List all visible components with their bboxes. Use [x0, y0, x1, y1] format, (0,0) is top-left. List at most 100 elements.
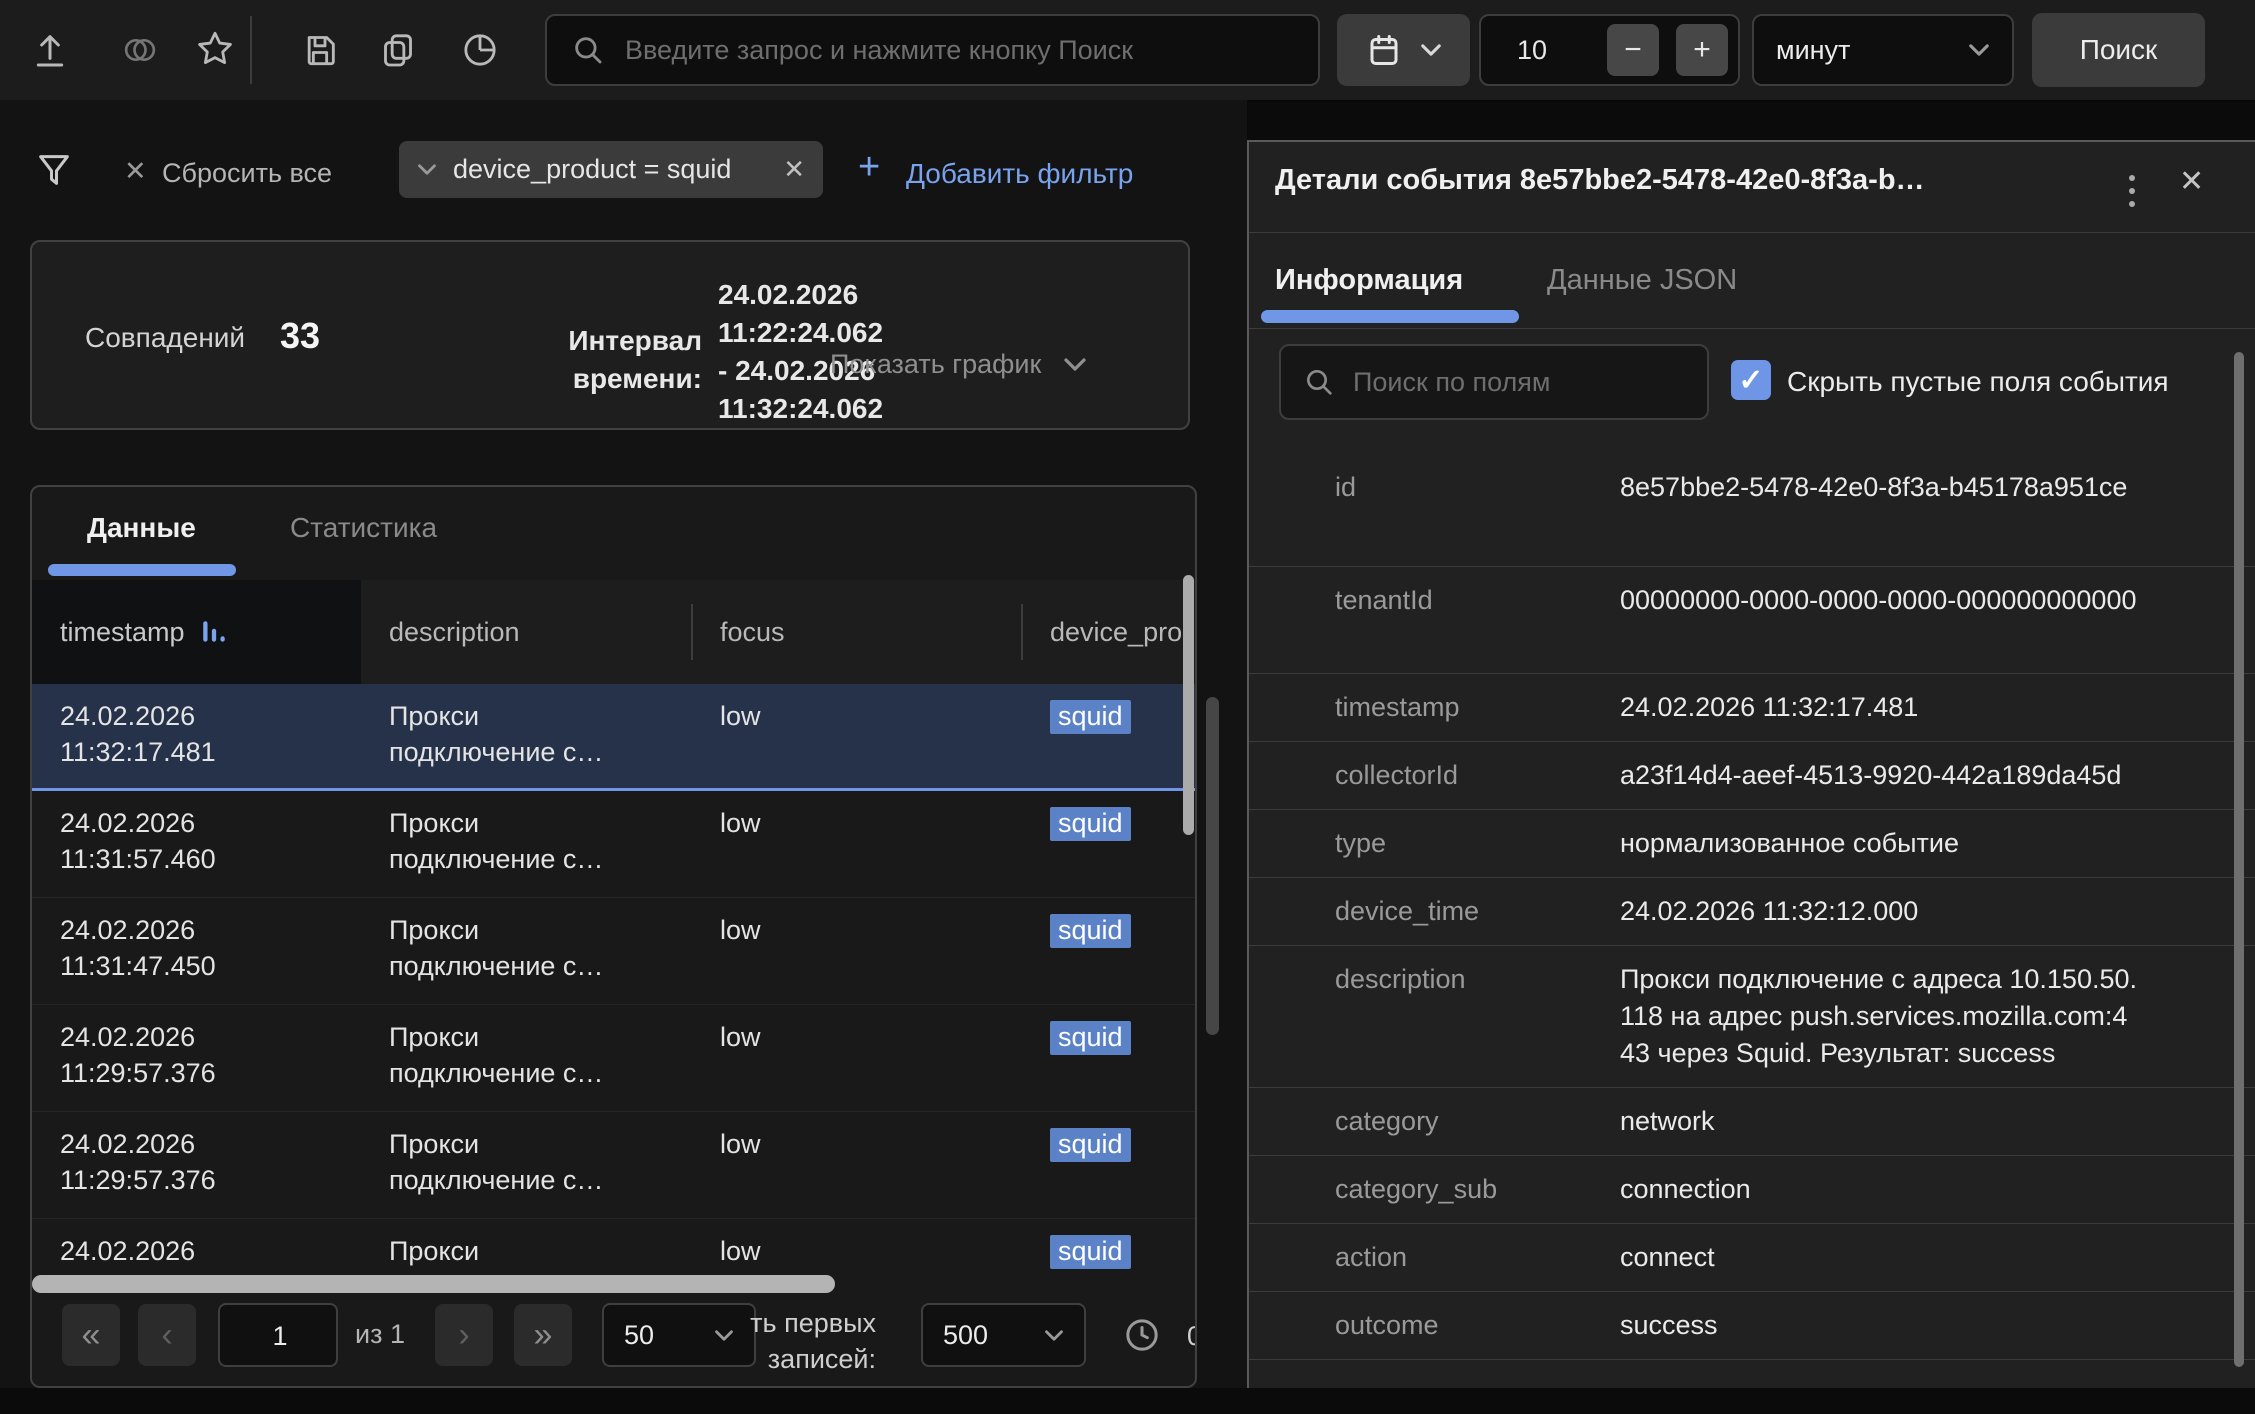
cell-focus: low	[720, 1233, 761, 1269]
panel-vertical-scrollbar[interactable]	[2234, 352, 2244, 1367]
cell-description: Прокси подключение с…	[389, 1126, 624, 1198]
field-row[interactable]: tenantId 00000000-0000-0000-0000-0000000…	[1249, 567, 2255, 674]
fetch-limit-value: 500	[943, 1320, 988, 1351]
fetch-limit-select[interactable]: 500	[921, 1303, 1086, 1367]
tab-statistics[interactable]: Статистика	[290, 512, 437, 544]
clear-x-icon[interactable]: ✕	[124, 156, 147, 187]
prev-page-button[interactable]: ‹	[138, 1304, 196, 1366]
field-row[interactable]: action connect	[1249, 1224, 2255, 1292]
field-row[interactable]: timestamp 24.02.2026 11:32:17.481	[1249, 674, 2255, 742]
horizontal-scrollbar[interactable]	[32, 1275, 835, 1293]
plus-icon[interactable]: +	[858, 146, 880, 189]
reset-all-button[interactable]: Сбросить все	[162, 158, 332, 189]
venn-circles-icon[interactable]	[120, 30, 160, 70]
search-icon	[571, 33, 605, 67]
cell-focus: low	[720, 1126, 761, 1162]
field-key: action	[1335, 1239, 1620, 1276]
increment-button[interactable]: +	[1676, 24, 1728, 76]
column-header-device-product[interactable]: device_pro	[1022, 580, 1197, 684]
page-number-input[interactable]	[220, 1305, 340, 1367]
table-row[interactable]: 24.02.2026 Прокси low squid	[32, 1219, 1197, 1274]
table-row[interactable]: 24.02.2026 11:31:47.450 Прокси подключен…	[32, 898, 1197, 1005]
cell-timestamp: 24.02.2026 11:31:57.460	[60, 805, 355, 877]
field-value: connect	[1620, 1239, 2140, 1276]
field-row[interactable]: outcome success	[1249, 1292, 2255, 1360]
cell-device-product: squid	[1050, 1233, 1131, 1269]
chevron-down-icon	[1968, 43, 1990, 57]
field-row[interactable]: description Прокси подключение с адреса …	[1249, 946, 2255, 1088]
sort-bars-icon[interactable]	[201, 618, 227, 646]
chevron-down-icon	[417, 163, 437, 176]
show-chart-label: Показать график	[830, 349, 1041, 380]
pane-vertical-scrollbar[interactable]	[1206, 697, 1219, 1035]
copy-icon[interactable]	[378, 30, 418, 70]
search-icon	[1303, 366, 1335, 398]
kebab-menu-icon[interactable]	[2129, 168, 2135, 214]
field-row[interactable]: device_time 24.02.2026 11:32:12.000	[1249, 878, 2255, 946]
field-search-box	[1279, 344, 1709, 420]
interval-label-line2: времени:	[462, 360, 702, 398]
field-key: tenantId	[1335, 582, 1620, 658]
cell-description: Прокси подключение с…	[389, 1019, 624, 1091]
field-row[interactable]: id 8e57bbe2-5478-42e0-8f3a-b45178a951ce	[1249, 454, 2255, 567]
field-value: a23f14d4-aeef-4513-9920-442a189da45d	[1620, 757, 2140, 794]
interval-time-to: 11:32:24.062	[718, 390, 883, 428]
field-row[interactable]: type нормализованное событие	[1249, 810, 2255, 878]
elapsed-time-value: 0	[1187, 1321, 1197, 1352]
top-toolbar: − + минут Поиск	[0, 0, 2255, 102]
date-range-button[interactable]	[1337, 14, 1470, 86]
table-row[interactable]: 24.02.2026 11:32:17.481 Прокси подключен…	[32, 684, 1197, 791]
field-row[interactable]: category network	[1249, 1088, 2255, 1156]
field-row[interactable]: category_sub connection	[1249, 1156, 2255, 1224]
save-icon[interactable]	[300, 30, 340, 70]
field-key: outcome	[1335, 1307, 1620, 1344]
field-key: type	[1335, 825, 1620, 862]
results-card: Данные Статистика timestamp description …	[30, 485, 1197, 1388]
tab-json-data[interactable]: Данные JSON	[1547, 264, 1737, 297]
tab-data[interactable]: Данные	[87, 512, 196, 544]
close-icon[interactable]: ✕	[2179, 164, 2204, 199]
add-filter-button[interactable]: Добавить фильтр	[906, 158, 1133, 190]
field-value: нормализованное событие	[1620, 825, 2140, 862]
upload-icon[interactable]	[30, 30, 70, 70]
field-key: device_time	[1335, 893, 1620, 930]
highlighted-value: squid	[1050, 914, 1131, 948]
tab-information[interactable]: Информация	[1275, 264, 1463, 297]
table-vertical-scrollbar[interactable]	[1183, 575, 1194, 835]
cell-description: Прокси подключение с…	[389, 912, 624, 984]
decrement-button[interactable]: −	[1607, 24, 1659, 76]
cell-focus: low	[720, 1019, 761, 1055]
last-page-button[interactable]: »	[514, 1304, 572, 1366]
time-window-input[interactable]	[1515, 34, 1599, 67]
filter-chip[interactable]: device_product = squid ✕	[399, 141, 823, 198]
field-search-input[interactable]	[1351, 366, 1685, 399]
remove-filter-icon[interactable]: ✕	[783, 154, 805, 185]
column-header-focus[interactable]: focus	[692, 580, 1022, 684]
search-button[interactable]: Поиск	[2032, 13, 2205, 87]
interval-time-from: 11:22:24.062	[718, 314, 883, 352]
hide-empty-checkbox[interactable]: ✓	[1731, 360, 1771, 400]
table-row[interactable]: 24.02.2026 11:29:57.376 Прокси подключен…	[32, 1005, 1197, 1112]
page-count-label: из 1	[355, 1319, 405, 1350]
matches-value: 33	[280, 315, 320, 357]
table-row[interactable]: 24.02.2026 11:29:57.376 Прокси подключен…	[32, 1112, 1197, 1219]
cell-focus: low	[720, 805, 761, 841]
next-page-button[interactable]: ›	[435, 1304, 493, 1366]
column-header-description[interactable]: description	[361, 580, 692, 684]
first-page-button[interactable]: «	[62, 1304, 120, 1366]
field-row[interactable]: collectorId a23f14d4-aeef-4513-9920-442a…	[1249, 742, 2255, 810]
table-row[interactable]: 24.02.2026 11:31:57.460 Прокси подключен…	[32, 791, 1197, 898]
column-header-timestamp[interactable]: timestamp	[32, 580, 361, 684]
cell-focus: low	[720, 698, 761, 734]
cell-device-product: squid	[1050, 805, 1131, 841]
active-tab-indicator	[48, 564, 236, 576]
field-key: collectorId	[1335, 757, 1620, 794]
time-unit-select[interactable]: минут	[1752, 14, 2014, 86]
star-icon[interactable]	[194, 28, 234, 68]
field-value: 24.02.2026 11:32:12.000	[1620, 893, 2140, 930]
cell-description: Прокси	[389, 1233, 624, 1269]
query-search-input[interactable]	[623, 34, 1294, 67]
filter-funnel-icon[interactable]	[34, 150, 74, 190]
pie-chart-icon[interactable]	[460, 30, 500, 70]
show-chart-toggle[interactable]: Показать график	[830, 349, 1087, 380]
